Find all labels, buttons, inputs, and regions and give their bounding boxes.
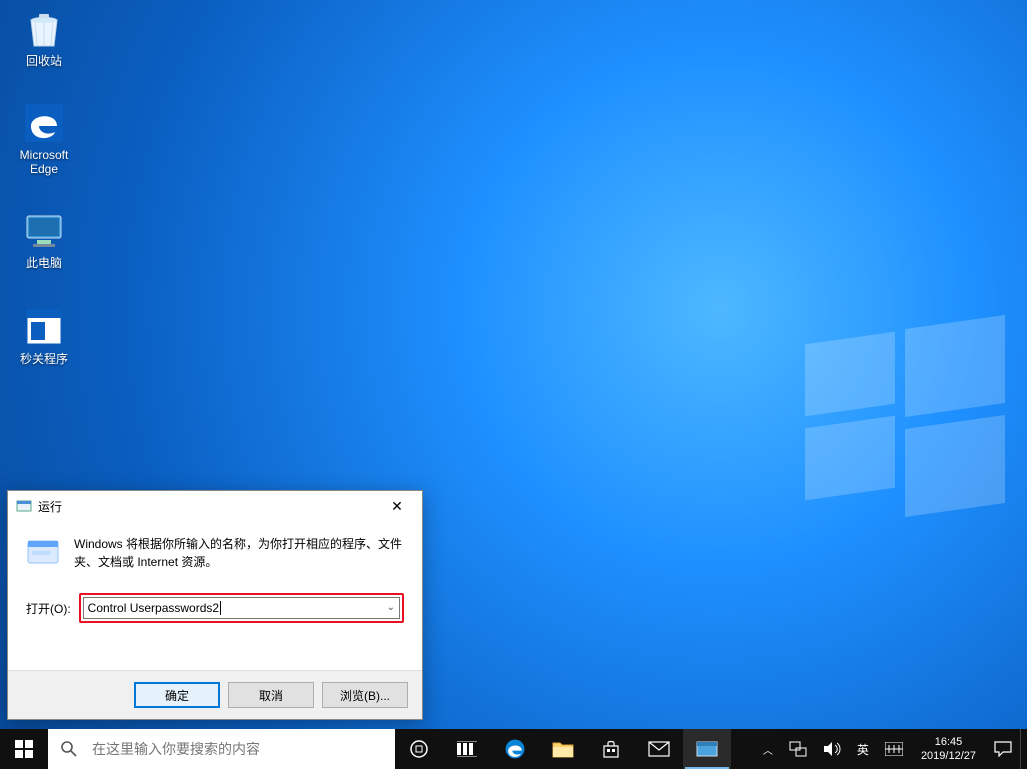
run-dialog-icon xyxy=(26,535,60,569)
mail-icon xyxy=(648,741,670,757)
windows-logo-wallpaper xyxy=(805,318,1005,518)
icon-label: Microsoft Edge xyxy=(6,148,82,176)
show-desktop-button[interactable] xyxy=(1020,729,1027,769)
highlight-box: Control Userpasswords2 ⌄ xyxy=(79,593,404,623)
recycle-bin-icon xyxy=(23,8,65,50)
desktop-icon-sec-close[interactable]: 秒关程序 xyxy=(6,306,82,366)
taskbar-pinned-mail[interactable] xyxy=(635,729,683,769)
run-icon xyxy=(696,740,718,758)
app-icon xyxy=(23,306,65,348)
ime-label: 英 xyxy=(857,741,869,758)
clock-time: 16:45 xyxy=(921,735,976,749)
taskbar-pinned-explorer[interactable] xyxy=(539,729,587,769)
desktop[interactable]: 回收站 Microsoft Edge 此电脑 秒关程序 运行 xyxy=(0,0,1027,769)
desktop-icon-edge[interactable]: Microsoft Edge xyxy=(6,102,82,176)
this-pc-icon xyxy=(23,210,65,252)
start-button[interactable] xyxy=(0,729,48,769)
run-title: 运行 xyxy=(38,498,374,515)
timeline-icon xyxy=(457,741,477,757)
taskbar-pinned-store[interactable] xyxy=(587,729,635,769)
run-dialog: 运行 ✕ Windows 将根据你所输入的名称，为你打开相应的程序、文件夹、文档… xyxy=(7,490,423,720)
cancel-button[interactable]: 取消 xyxy=(228,682,314,708)
tray-network[interactable] xyxy=(781,729,815,769)
edge-icon xyxy=(23,102,65,144)
folder-icon xyxy=(552,740,574,758)
task-view-button[interactable] xyxy=(395,729,443,769)
edge-icon xyxy=(504,738,526,760)
taskbar-search[interactable] xyxy=(48,729,395,769)
taskbar-running-run[interactable] xyxy=(683,729,731,769)
tray-ime[interactable]: 英 xyxy=(849,729,877,769)
keyboard-icon xyxy=(885,742,903,756)
taskbar-pinned-edge[interactable] xyxy=(491,729,539,769)
taskbar: ︿ 英 16:45 2019/12/27 xyxy=(0,729,1027,769)
search-input[interactable] xyxy=(90,740,383,758)
task-view-icon xyxy=(409,739,429,759)
run-window-icon xyxy=(16,498,32,514)
tray-chevron-up[interactable]: ︿ xyxy=(755,729,781,769)
search-icon xyxy=(60,740,78,758)
desktop-icon-this-pc[interactable]: 此电脑 xyxy=(6,210,82,270)
clock-date: 2019/12/27 xyxy=(921,749,976,763)
store-icon xyxy=(601,739,621,759)
volume-icon xyxy=(823,741,841,757)
tray-ime-keyboard[interactable] xyxy=(877,729,911,769)
chevron-up-icon: ︿ xyxy=(763,742,773,757)
tray-volume[interactable] xyxy=(815,729,849,769)
close-button[interactable]: ✕ xyxy=(374,491,420,521)
run-description: Windows 将根据你所输入的名称，为你打开相应的程序、文件夹、文档或 Int… xyxy=(74,535,404,571)
icon-label: 秒关程序 xyxy=(6,352,82,366)
windows-icon xyxy=(15,740,33,758)
notification-icon xyxy=(994,741,1012,757)
open-combobox[interactable]: Control Userpasswords2 ⌄ xyxy=(83,597,400,619)
tray-clock[interactable]: 16:45 2019/12/27 xyxy=(911,735,986,763)
open-value: Control Userpasswords2 xyxy=(88,601,219,615)
browse-button[interactable]: 浏览(B)... xyxy=(322,682,408,708)
desktop-icon-recycle-bin[interactable]: 回收站 xyxy=(6,8,82,68)
chevron-down-icon[interactable]: ⌄ xyxy=(387,602,395,613)
icon-label: 此电脑 xyxy=(6,256,82,270)
taskbar-pinned-cortana[interactable] xyxy=(443,729,491,769)
network-icon xyxy=(789,741,807,757)
icon-label: 回收站 xyxy=(6,54,82,68)
ok-button[interactable]: 确定 xyxy=(134,682,220,708)
open-label: 打开(O): xyxy=(26,600,71,617)
tray-action-center[interactable] xyxy=(986,729,1020,769)
run-titlebar[interactable]: 运行 ✕ xyxy=(8,491,422,521)
